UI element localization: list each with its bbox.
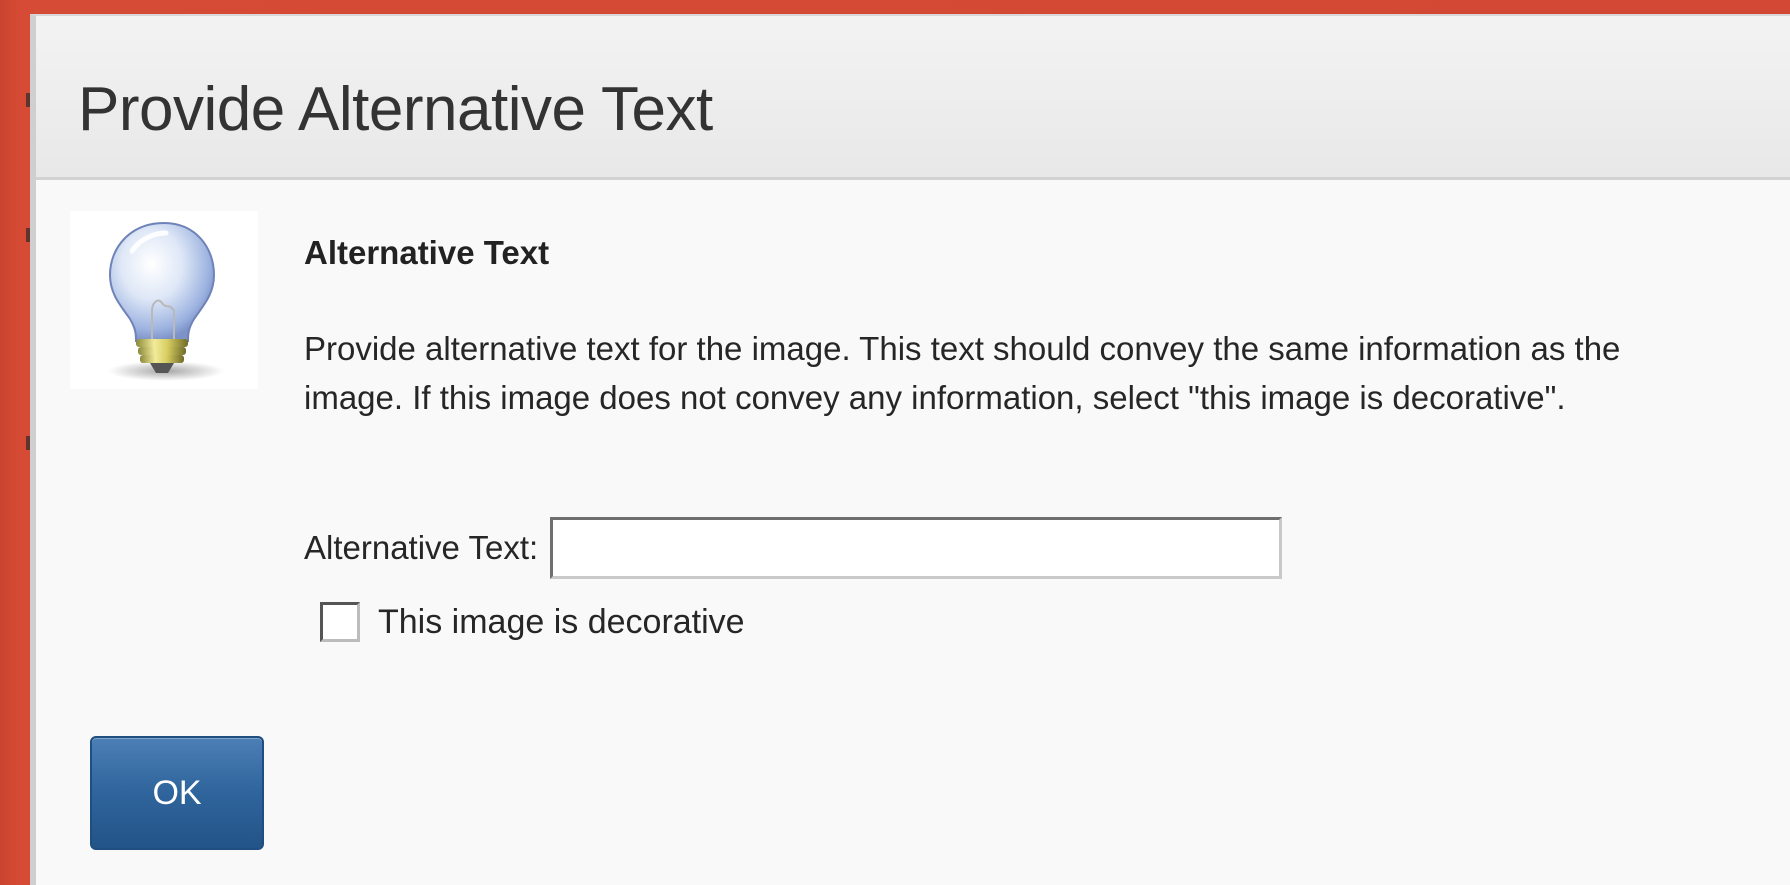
decorative-checkbox-label[interactable]: This image is decorative [378,603,745,642]
dialog-title: Provide Alternative Text [78,75,713,144]
alt-text-label: Alternative Text: [304,529,539,566]
dialog-header: Provide Alternative Text [36,16,1790,180]
section-heading: Alternative Text [304,234,550,271]
dialog-content: Alternative Text Provide alternative tex… [304,234,1704,642]
decorative-checkbox[interactable] [320,602,360,642]
alt-text-dialog: Provide Alternative Text Alternative Tex… [30,14,1790,885]
alt-text-input[interactable] [550,517,1283,579]
ok-button[interactable]: OK [90,736,264,850]
lightbulb-icon [70,211,258,389]
instructions-text: Provide alternative text for the image. … [304,330,1621,416]
decorative-checkbox-row[interactable]: This image is decorative [320,602,745,642]
alt-text-field-row: Alternative Text: [304,517,1283,579]
